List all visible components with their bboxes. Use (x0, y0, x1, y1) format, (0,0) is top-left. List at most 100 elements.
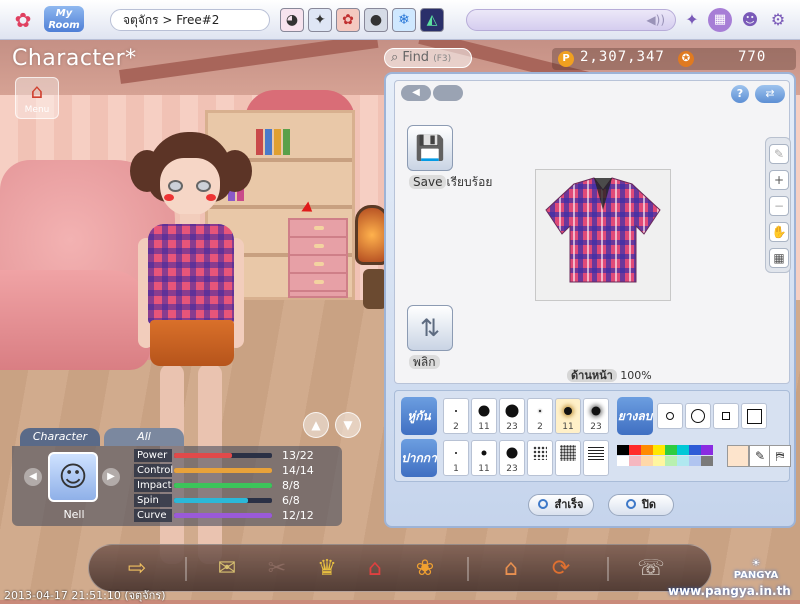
page-title: Character* (12, 46, 137, 71)
character-shorts (150, 320, 234, 366)
avatar[interactable]: ✿ (336, 8, 360, 32)
prev-page-button[interactable]: ◀ (401, 85, 431, 101)
color-swatch[interactable] (629, 456, 641, 466)
drawer-chest (288, 218, 348, 298)
radio-icon (538, 499, 549, 509)
chat-input[interactable]: ◀)) (466, 9, 676, 31)
radio-icon (625, 499, 636, 509)
shirt-preview[interactable] (535, 169, 671, 301)
unknown-dim-icon[interactable]: ✂ (261, 553, 293, 585)
pen-option[interactable]: 11 (471, 440, 497, 476)
pen-texture-option[interactable] (555, 440, 581, 476)
next-character-button[interactable]: ▶ (102, 468, 120, 486)
avatar[interactable]: ❄ (392, 8, 416, 32)
brush-option-selected[interactable]: 11 (555, 398, 581, 434)
phone-icon[interactable]: ☏ (635, 553, 667, 585)
color-swatch[interactable] (665, 445, 677, 455)
hand-icon[interactable]: ✋ (769, 222, 789, 242)
pen-option[interactable]: 23 (499, 440, 525, 476)
shop-icon[interactable]: ⌂ (359, 553, 391, 585)
menu-button[interactable]: ⌂ Menu (15, 77, 59, 119)
pen-option[interactable]: 1 (443, 440, 469, 476)
cookie-point-icon: ✪ (678, 51, 694, 67)
color-swatch[interactable] (629, 445, 641, 455)
prev-character-button[interactable]: ◀ (24, 468, 42, 486)
exit-door-icon[interactable]: ⇨ (121, 553, 153, 585)
pangya-logo-icon[interactable]: ✿ (8, 7, 38, 33)
home-icon: ⌂ (30, 79, 44, 103)
currency-bar: P 2,307,347 ✪ 770 (552, 48, 796, 70)
color-swatch[interactable] (617, 456, 629, 466)
gift-icon[interactable]: ❀ (409, 553, 441, 585)
brush-option[interactable]: 23 (499, 398, 525, 434)
zoom-in-icon[interactable]: + (769, 170, 789, 190)
pang-amount: 2,307,347 (580, 49, 665, 65)
color-swatch[interactable] (689, 445, 701, 455)
confirm-button[interactable]: สำเร็จ (528, 494, 594, 516)
eraser-square-small[interactable] (713, 403, 739, 429)
color-swatch[interactable] (677, 456, 689, 466)
grid-icon[interactable]: ▦ (769, 248, 789, 268)
color-swatch[interactable] (665, 456, 677, 466)
color-swatch[interactable] (677, 445, 689, 455)
brush-option[interactable]: 2 (443, 398, 469, 434)
sparkle-icon[interactable]: ✦ (680, 8, 704, 32)
top-bar: ✿ My Room จตุจักร > Free#2 ◕ ✦ ✿ ● ❄ ◭ ◀… (0, 0, 800, 40)
help-button[interactable]: ? (731, 85, 749, 103)
gear-icon[interactable]: ⚙ (766, 8, 790, 32)
party-avatar-list: ◕ ✦ ✿ ● ❄ ◭ (280, 8, 444, 32)
pen-texture-option[interactable] (583, 440, 609, 476)
brush-palette: หู่กัน ปากกา ยางลบ 2 11 23 2 11 23 1 11 … (394, 390, 791, 482)
character-name: Nell (63, 508, 85, 521)
avatar[interactable]: ◕ (280, 8, 304, 32)
character-shirt (148, 224, 234, 324)
myroom-button[interactable]: My Room (44, 6, 84, 32)
trophy-icon[interactable]: ♛ (311, 553, 343, 585)
close-button[interactable]: ปิด (608, 494, 674, 516)
eraser-circle-large[interactable] (685, 403, 711, 429)
save-button[interactable]: 💾 (407, 125, 453, 171)
speaker-icon: ◀)) (646, 13, 665, 27)
eraser-square-large[interactable] (741, 403, 767, 429)
eraser-icon[interactable]: ✎ (769, 144, 789, 164)
skull-icon[interactable]: ☻ (738, 8, 762, 32)
swap-view-button[interactable]: ⇄ (755, 85, 785, 103)
zoom-out-icon[interactable]: − (769, 196, 789, 216)
avatar[interactable]: ✦ (308, 8, 332, 32)
tab-character[interactable]: Character (20, 428, 100, 446)
avatar[interactable]: ● (364, 8, 388, 32)
character-stats-panel: Character All ◀ ☺ ▶ Nell Power 13/22 Con… (12, 428, 342, 526)
find-button[interactable]: ⌕ Find (F3) (384, 48, 472, 68)
scroll-icon[interactable]: ✉ (211, 553, 243, 585)
color-swatch[interactable] (653, 456, 665, 466)
flip-button[interactable]: ⇅ (407, 305, 453, 351)
color-swatch[interactable] (689, 456, 701, 466)
avatar[interactable]: ◭ (420, 8, 444, 32)
sofa-seat (0, 270, 150, 370)
color-swatch[interactable] (653, 445, 665, 455)
brush-option[interactable]: 2 (527, 398, 553, 434)
color-swatch[interactable] (617, 445, 629, 455)
eraser-circle-small[interactable] (657, 403, 683, 429)
next-page-button[interactable] (433, 85, 463, 101)
bottom-toolbar: ⇨ ✉ ✂ ♛ ⌂ ❀ ⌂ ⟳ ☏ (88, 544, 712, 592)
grid-menu-icon[interactable]: ▦ (708, 8, 732, 32)
fill-bucket-icon[interactable]: ⛿ (769, 445, 791, 467)
brush-option[interactable]: 23 (583, 398, 609, 434)
color-swatch[interactable] (641, 456, 653, 466)
color-swatch[interactable] (641, 445, 653, 455)
website-url: www.pangya.in.th (668, 584, 791, 598)
stat-control: Control 14/14 (134, 464, 334, 478)
refresh-icon[interactable]: ⟳ (545, 553, 577, 585)
eraser-row-label: ยางลบ (617, 397, 653, 435)
color-swatch[interactable] (701, 456, 713, 466)
shirt-image (545, 177, 661, 283)
tab-all[interactable]: All (104, 428, 184, 446)
eyedropper-icon[interactable]: ✎ (749, 445, 771, 467)
home-icon[interactable]: ⌂ (495, 553, 527, 585)
brush-option[interactable]: 11 (471, 398, 497, 434)
stat-impact: Impact 8/8 (134, 479, 334, 493)
color-swatch[interactable] (701, 445, 713, 455)
menu-label: Menu (24, 105, 50, 115)
pen-texture-option[interactable] (527, 440, 553, 476)
